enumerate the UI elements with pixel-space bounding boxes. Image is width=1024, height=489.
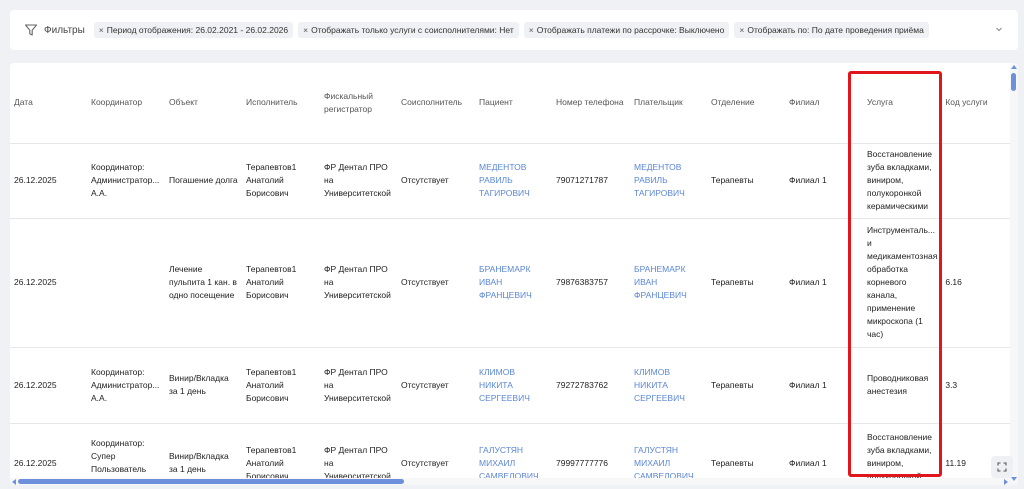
col-header-department[interactable]: Отделение xyxy=(707,63,785,144)
cell-service-code xyxy=(941,143,1012,219)
cell-phone: 79876383757 xyxy=(552,218,630,348)
filter-bar[interactable]: Фильтры × Период отображения: 26.02.2021 … xyxy=(10,10,1018,50)
close-icon[interactable]: × xyxy=(303,25,308,35)
cell-service-code: 3.3 xyxy=(941,347,1012,424)
cell-payer-link[interactable]: БРАНЕМАРК ИВАН ФРАНЦЕВИЧ xyxy=(630,218,707,348)
col-header-coexecutor[interactable]: Соисполнитель xyxy=(397,63,475,144)
col-header-service[interactable]: Услуга xyxy=(863,63,942,144)
filter-chip-coexecutors[interactable]: × Отображать только услуги с соисполнител… xyxy=(298,22,519,38)
cell-patient-link[interactable]: МЕДЕНТОВ РАВИЛЬ ТАГИРОВИЧ xyxy=(475,143,552,219)
filter-chip-display-by[interactable]: × Отображать по: По дате проведения приём… xyxy=(734,22,929,38)
cell-coexecutor: Отсутствует xyxy=(397,218,475,348)
cell-service-code: 6.16 xyxy=(941,218,1012,348)
cell-branch: Филиал 1 xyxy=(785,347,863,424)
cell-payer-link[interactable]: МЕДЕНТОВ РАВИЛЬ ТАГИРОВИЧ xyxy=(630,143,707,219)
scroll-left-icon[interactable] xyxy=(12,479,16,485)
cell-phone: 79272783762 xyxy=(552,347,630,424)
cell-patient-link[interactable]: КЛИМОВ НИКИТА СЕРГЕЕВИЧ xyxy=(475,347,552,424)
col-header-fiscal-registrar[interactable]: Фискальный регистратор xyxy=(320,63,397,144)
col-header-date[interactable]: Дата xyxy=(10,63,87,144)
cell-patient-link[interactable]: ГАЛУСТЯН МИХАИЛ САМВЕЛОВИЧ xyxy=(475,423,552,485)
cell-department: Терапевты xyxy=(707,143,785,219)
scroll-right-icon[interactable] xyxy=(1004,479,1008,485)
cell-coordinator: Координатор: Администратор... А.А. xyxy=(87,143,165,219)
cell-branch: Филиал 1 xyxy=(785,143,863,219)
table-header-row: Дата Координатор Объект Исполнитель Фиск… xyxy=(10,63,1012,144)
cell-fiscal-registrar: ФР Дентал ПРО на Университетской xyxy=(320,423,397,485)
table-row[interactable]: 26.12.2025 Координатор: Администратор...… xyxy=(10,143,1012,219)
cell-phone: 79997777776 xyxy=(552,423,630,485)
report-table-container: Дата Координатор Объект Исполнитель Фиск… xyxy=(10,63,1018,485)
close-icon[interactable]: × xyxy=(739,25,744,35)
cell-date: 26.12.2025 xyxy=(10,423,87,485)
table-row[interactable]: 26.12.2025 Координатор: Администратор...… xyxy=(10,347,1012,424)
cell-date: 26.12.2025 xyxy=(10,143,87,219)
cell-object: Винир/Вкладка за 1 день xyxy=(165,423,242,485)
filter-funnel-icon xyxy=(24,24,38,36)
cell-executor: Терапевтов1 Анатолий Борисович xyxy=(242,423,320,485)
fullscreen-icon xyxy=(997,462,1007,472)
col-header-object[interactable]: Объект xyxy=(165,63,242,144)
horizontal-scrollbar[interactable] xyxy=(10,478,1010,485)
col-header-coordinator[interactable]: Координатор xyxy=(87,63,165,144)
cell-coordinator xyxy=(87,218,165,348)
table-row[interactable]: 26.12.2025 Лечение пульпита 1 кан. в одн… xyxy=(10,218,1012,348)
cell-service: Восстановление зуба вкладками, виниром, … xyxy=(863,423,942,485)
scroll-up-icon[interactable] xyxy=(1011,65,1017,69)
cell-department: Терапевты xyxy=(707,423,785,485)
cell-fiscal-registrar: ФР Дентал ПРО на Университетской xyxy=(320,218,397,348)
filter-chip-installments[interactable]: × Отображать платежи по рассрочке: Выключ… xyxy=(523,22,730,38)
horizontal-scroll-thumb[interactable] xyxy=(18,479,404,484)
vertical-scroll-thumb[interactable] xyxy=(1011,73,1016,91)
cell-date: 26.12.2025 xyxy=(10,347,87,424)
table-row[interactable]: 26.12.2025 Координатор: Супер Пользовате… xyxy=(10,423,1012,485)
cell-coexecutor: Отсутствует xyxy=(397,143,475,219)
cell-object: Погашение долга xyxy=(165,143,242,219)
cell-service: Проводниковая анестезия xyxy=(863,347,942,424)
cell-service: Восстановление зуба вкладками, виниром, … xyxy=(863,143,942,219)
cell-coordinator: Координатор: Супер Пользователь С.С. xyxy=(87,423,165,485)
cell-object: Винир/Вкладка за 1 день xyxy=(165,347,242,424)
cell-payer-link[interactable]: ГАЛУСТЯН МИХАИЛ САМВЕЛОВИЧ xyxy=(630,423,707,485)
cell-department: Терапевты xyxy=(707,347,785,424)
cell-executor: Терапевтов1 Анатолий Борисович xyxy=(242,347,320,424)
cell-executor: Терапевтов1 Анатолий Борисович xyxy=(242,218,320,348)
vertical-scrollbar[interactable] xyxy=(1010,63,1018,485)
cell-object: Лечение пульпита 1 кан. в одно посещение xyxy=(165,218,242,348)
cell-phone: 79071271787 xyxy=(552,143,630,219)
filters-title: Фильтры xyxy=(44,24,85,36)
col-header-payer[interactable]: Плательщик xyxy=(630,63,707,144)
cell-executor: Терапевтов1 Анатолий Борисович xyxy=(242,143,320,219)
cell-patient-link[interactable]: БРАНЕМАРК ИВАН ФРАНЦЕВИЧ xyxy=(475,218,552,348)
cell-coexecutor: Отсутствует xyxy=(397,423,475,485)
fullscreen-button[interactable] xyxy=(991,456,1013,478)
chevron-down-icon[interactable] xyxy=(994,24,1004,34)
close-icon[interactable]: × xyxy=(529,25,534,35)
col-header-executor[interactable]: Исполнитель xyxy=(242,63,320,144)
cell-coexecutor: Отсутствует xyxy=(397,347,475,424)
col-header-service-code[interactable]: Код услуги xyxy=(941,63,1012,144)
scroll-down-icon[interactable] xyxy=(1011,477,1017,481)
col-header-branch[interactable]: Филиал xyxy=(785,63,863,144)
col-header-phone[interactable]: Номер телефона xyxy=(552,63,630,144)
cell-department: Терапевты xyxy=(707,218,785,348)
report-table: Дата Координатор Объект Исполнитель Фиск… xyxy=(10,63,1012,485)
cell-coordinator: Координатор: Администратор... А.А. xyxy=(87,347,165,424)
cell-branch: Филиал 1 xyxy=(785,218,863,348)
filter-chip-period[interactable]: × Период отображения: 26.02.2021 - 26.02.… xyxy=(93,22,294,38)
cell-service: Инструменталь... и медикаментозная обраб… xyxy=(863,218,942,348)
col-header-patient[interactable]: Пациент xyxy=(475,63,552,144)
cell-fiscal-registrar: ФР Дентал ПРО на Университетской xyxy=(320,347,397,424)
cell-date: 26.12.2025 xyxy=(10,218,87,348)
cell-payer-link[interactable]: КЛИМОВ НИКИТА СЕРГЕЕВИЧ xyxy=(630,347,707,424)
cell-branch: Филиал 1 xyxy=(785,423,863,485)
cell-fiscal-registrar: ФР Дентал ПРО на Университетской xyxy=(320,143,397,219)
close-icon[interactable]: × xyxy=(99,25,104,35)
